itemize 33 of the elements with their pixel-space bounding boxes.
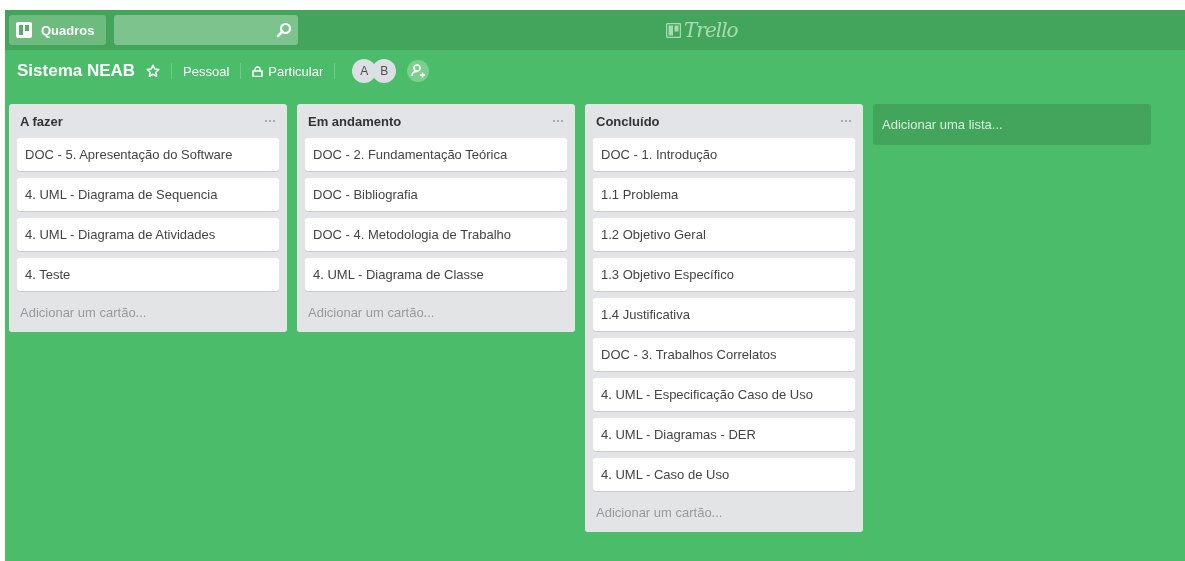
member-avatar[interactable]: B [372,59,397,83]
logo-text: Trello [684,20,738,40]
list-title[interactable]: Concluído [596,113,660,129]
task-card[interactable]: 1.3 Objetivo Específico [593,258,855,291]
task-card[interactable]: 4. UML - Diagramas - DER [593,418,855,451]
board-icon [16,22,32,38]
star-icon[interactable] [146,64,161,78]
search-field[interactable] [114,15,299,45]
task-card[interactable]: 1.1 Problema [593,178,855,211]
task-card[interactable]: DOC - 1. Introdução [593,138,855,171]
task-card[interactable]: DOC - 4. Metodologia de Trabalho [305,218,567,251]
task-card[interactable]: DOC - 5. Apresentação do Software [17,138,279,171]
task-card[interactable]: 4. UML - Especificação Caso de Uso [593,378,855,411]
list-title[interactable]: Em andamento [308,113,402,129]
more-icon[interactable] [552,119,564,123]
list-title[interactable]: A fazer [20,113,63,129]
task-card[interactable]: DOC - Bibliografia [305,178,567,211]
task-card[interactable]: 1.2 Objetivo Geral [593,218,855,251]
task-card[interactable]: 4. UML - Diagrama de Classe [305,258,567,291]
task-card[interactable]: 1.4 Justificativa [593,298,855,331]
task-card[interactable]: 4. UML - Diagrama de Sequencia [17,178,279,211]
add-member-icon[interactable] [407,60,430,82]
more-icon[interactable] [840,119,852,123]
member-avatar[interactable]: A [352,59,377,83]
task-card[interactable]: DOC - 3. Trabalhos Correlatos [593,338,855,371]
task-card[interactable]: 4. UML - Diagrama de Atividades [17,218,279,251]
lock-icon [252,65,264,77]
task-card[interactable]: DOC - 2. Fundamentação Teórica [305,138,567,171]
more-icon[interactable] [264,119,276,123]
logo-icon [666,22,681,38]
task-card[interactable]: 4. Teste [17,258,279,291]
task-card[interactable]: 4. UML - Caso de Uso [593,458,855,491]
search-icon [276,22,293,38]
